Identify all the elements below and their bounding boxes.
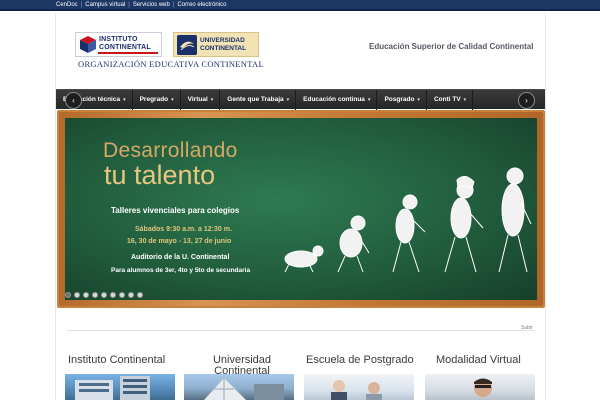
hero-slider[interactable]: Desarrollando tu talento Talleres vivenc… bbox=[57, 110, 545, 308]
slide-subtitle: Talleres vivenciales para colegios bbox=[111, 206, 240, 215]
top-link-servicios-web[interactable]: Servicios web bbox=[133, 1, 170, 10]
nav-item-label: Posgrado bbox=[384, 96, 415, 103]
chevron-left-icon: ‹ bbox=[72, 95, 75, 105]
top-link-campus-virtual[interactable]: Campus virtual bbox=[85, 1, 125, 10]
slider-dot[interactable] bbox=[137, 292, 143, 298]
thumbnail-instituto[interactable] bbox=[65, 374, 175, 400]
nav-item-virtual[interactable]: Virtual ▾ bbox=[181, 89, 221, 110]
slider-dot[interactable] bbox=[128, 292, 134, 298]
nav-item-label: Educación continua bbox=[303, 96, 365, 103]
section-divider bbox=[67, 330, 535, 331]
top-link-separator: | bbox=[172, 2, 175, 8]
professionals-photo bbox=[331, 380, 382, 400]
slider-dot[interactable] bbox=[83, 292, 89, 298]
section-title-instituto[interactable]: Instituto Continental bbox=[68, 354, 165, 366]
caret-down-icon: ▾ bbox=[286, 96, 290, 103]
nav-item-label: Gente que Trabaja bbox=[227, 96, 284, 103]
top-links: CenDoc | Campus virtual | Servicios web … bbox=[56, 1, 226, 10]
slider-dot[interactable] bbox=[119, 292, 125, 298]
slider-next-button[interactable]: › bbox=[518, 92, 535, 109]
slide-schedule: Sábados 9:30 a.m. a 12:30 m. bbox=[135, 226, 232, 233]
slider-pagination bbox=[65, 292, 143, 298]
evolution-illustration bbox=[284, 167, 532, 273]
caret-down-icon: ▾ bbox=[367, 96, 371, 103]
thumbnail-universidad[interactable] bbox=[184, 374, 294, 400]
logo-universidad-line1: UNIVERSIDAD bbox=[200, 37, 245, 44]
nav-item-educacion-continua[interactable]: Educación continua ▾ bbox=[296, 89, 378, 110]
top-link-separator: | bbox=[80, 2, 83, 8]
top-link-separator: | bbox=[128, 2, 130, 8]
slide-dates: 16, 30 de mayo - 13, 27 de junio bbox=[127, 238, 232, 245]
back-to-top-link[interactable]: Subir bbox=[521, 325, 533, 331]
nav-item-label: Virtual bbox=[187, 96, 208, 103]
campus-photo bbox=[204, 378, 284, 400]
nav-item-label: Pregrado bbox=[139, 96, 169, 103]
chalkboard: Desarrollando tu talento Talleres vivenc… bbox=[65, 118, 537, 300]
chalkboard-frame: Desarrollando tu talento Talleres vivenc… bbox=[59, 112, 543, 306]
top-bar: CenDoc | Campus virtual | Servicios web … bbox=[0, 0, 600, 11]
logo-instituto-line2: CONTINENTAL bbox=[99, 44, 151, 51]
building-photo bbox=[75, 376, 150, 400]
main-nav: Educación técnica ▾ Pregrado ▾ Virtual ▾… bbox=[56, 89, 545, 110]
section-title-virtual[interactable]: Modalidad Virtual bbox=[436, 354, 521, 366]
nav-item-conti-tv[interactable]: Conti TV ▾ bbox=[427, 89, 474, 110]
slider-dot[interactable] bbox=[74, 292, 80, 298]
universidad-logo-mark bbox=[177, 35, 197, 55]
caret-down-icon: ▾ bbox=[417, 96, 420, 103]
caret-down-icon: ▾ bbox=[171, 96, 174, 103]
logo-instituto-continental[interactable]: INSTITUTO CONTINENTAL bbox=[75, 32, 162, 57]
top-link-cendoc[interactable]: CenDoc bbox=[56, 1, 78, 10]
chevron-right-icon: › bbox=[525, 95, 528, 105]
instituto-logo-mark bbox=[80, 36, 96, 53]
caret-down-icon: ▾ bbox=[123, 96, 126, 103]
slider-prev-button[interactable]: ‹ bbox=[65, 92, 82, 109]
slide-audience: Para alumnos de 3er, 4to y 5to de secund… bbox=[111, 267, 251, 274]
slider-dot[interactable] bbox=[101, 292, 107, 298]
logo-instituto-line1: INSTITUTO bbox=[99, 36, 138, 43]
slider-dot[interactable] bbox=[110, 292, 116, 298]
logo-universidad-continental[interactable]: UNIVERSIDAD CONTINENTAL bbox=[173, 32, 259, 57]
top-link-correo[interactable]: Correo electrónico bbox=[177, 1, 226, 10]
student-photo bbox=[474, 378, 492, 397]
slide-title-line2: tu talento bbox=[104, 160, 216, 190]
caret-down-icon: ▾ bbox=[463, 96, 467, 103]
logo-universidad-line2: CONTINENTAL bbox=[200, 45, 247, 52]
section-title-postgrado[interactable]: Escuela de Postgrado bbox=[306, 354, 414, 366]
slider-dot[interactable] bbox=[65, 292, 71, 298]
header-tagline: Educación Superior de Calidad Continenta… bbox=[369, 42, 534, 51]
slider-dot[interactable] bbox=[92, 292, 98, 298]
slide-place: Auditorio de la U. Continental bbox=[131, 254, 230, 261]
thumbnail-postgrado[interactable] bbox=[304, 374, 414, 400]
caret-down-icon: ▾ bbox=[210, 96, 214, 103]
nav-item-pregrado[interactable]: Pregrado ▾ bbox=[133, 89, 181, 110]
thumbnail-virtual[interactable] bbox=[425, 374, 535, 400]
org-name: ORGANIZACIÓN EDUCATIVA CONTINENTAL bbox=[78, 59, 264, 69]
nav-item-posgrado[interactable]: Posgrado ▾ bbox=[377, 89, 427, 110]
nav-item-gente-que-trabaja[interactable]: Gente que Trabaja ▾ bbox=[220, 89, 297, 110]
nav-item-label: Conti TV bbox=[433, 96, 461, 103]
logo-instituto-underline bbox=[98, 52, 158, 54]
